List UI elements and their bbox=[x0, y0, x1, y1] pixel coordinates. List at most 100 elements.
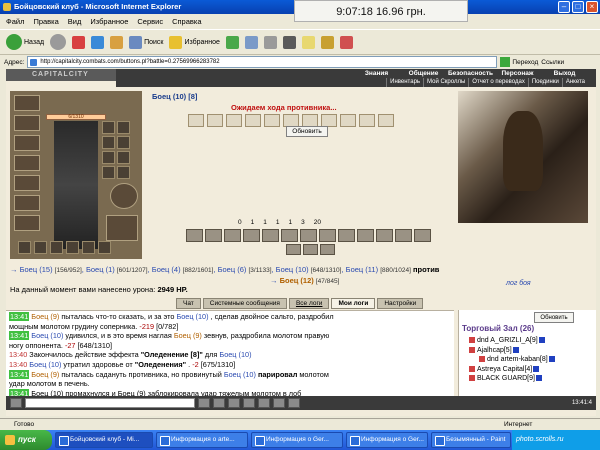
skill-icon[interactable] bbox=[338, 229, 355, 242]
list-item[interactable]: dnd artem-kaban[8] bbox=[469, 355, 555, 365]
extra-button[interactable] bbox=[339, 35, 353, 49]
task-item[interactable]: Информация о Ger... bbox=[346, 432, 428, 448]
folder-button[interactable] bbox=[301, 35, 315, 49]
ally-1[interactable]: Боец (15) bbox=[20, 265, 53, 274]
back-button[interactable]: Назад bbox=[6, 34, 44, 50]
go-button[interactable]: Переход bbox=[500, 57, 538, 67]
skill-icon[interactable] bbox=[286, 244, 301, 255]
equip-slot[interactable] bbox=[14, 175, 40, 191]
log-fighter[interactable]: Боец (10) bbox=[31, 331, 63, 340]
messenger-button[interactable] bbox=[320, 35, 334, 49]
equip-slot[interactable] bbox=[14, 135, 40, 151]
equip-slot[interactable] bbox=[102, 166, 115, 179]
skill-icon[interactable] bbox=[262, 229, 279, 242]
chat-input[interactable] bbox=[25, 398, 195, 408]
equip-slot[interactable] bbox=[117, 151, 130, 164]
log-fighter[interactable]: Боец (9) bbox=[31, 370, 59, 379]
close-button[interactable]: × bbox=[586, 1, 598, 13]
skill-icon[interactable] bbox=[303, 244, 318, 255]
equip-slot[interactable] bbox=[82, 241, 95, 254]
minimize-button[interactable]: – bbox=[558, 1, 570, 13]
skill-icon[interactable] bbox=[357, 229, 374, 242]
equip-slot[interactable] bbox=[14, 115, 40, 131]
task-item[interactable]: Бойцовский клуб - Mi... bbox=[55, 432, 153, 448]
scroll-icon[interactable] bbox=[288, 398, 300, 408]
menu-help[interactable]: Справка bbox=[172, 14, 201, 29]
log-fighter[interactable]: Боец (10) bbox=[219, 350, 251, 359]
attack-slot[interactable] bbox=[264, 113, 280, 127]
list-item[interactable]: Astreya Capital[4] bbox=[469, 365, 555, 375]
skill-icon[interactable] bbox=[376, 229, 393, 242]
attack-slot[interactable] bbox=[321, 113, 337, 127]
filter-icon[interactable] bbox=[243, 398, 255, 408]
attack-slot[interactable] bbox=[188, 113, 204, 127]
equip-slot[interactable] bbox=[117, 121, 130, 134]
home-button[interactable] bbox=[110, 35, 124, 49]
forward-button[interactable] bbox=[50, 34, 67, 50]
info-icon[interactable] bbox=[535, 375, 542, 382]
enemy-1[interactable]: Боец (12) bbox=[280, 276, 314, 285]
menu-view[interactable]: Вид bbox=[68, 14, 82, 29]
ally-4[interactable]: Боец (6) bbox=[218, 265, 247, 274]
ally-5[interactable]: Боец (10) bbox=[276, 265, 309, 274]
attack-slot[interactable] bbox=[226, 113, 242, 127]
info-icon[interactable] bbox=[512, 346, 519, 353]
stop-button[interactable] bbox=[72, 35, 86, 49]
mail-button[interactable] bbox=[244, 35, 258, 49]
smiley-icon[interactable] bbox=[213, 398, 225, 408]
skill-icon[interactable] bbox=[319, 229, 336, 242]
chat-icon[interactable] bbox=[10, 398, 22, 408]
equip-slot[interactable] bbox=[117, 166, 130, 179]
nav-exit[interactable]: Выход bbox=[541, 69, 588, 78]
maximize-button[interactable]: □ bbox=[572, 1, 584, 13]
nav-character[interactable]: Персонаж bbox=[494, 69, 541, 78]
tab-all-logs[interactable]: Все логи bbox=[288, 298, 330, 309]
shield-slot[interactable] bbox=[110, 183, 138, 209]
info-icon[interactable] bbox=[548, 356, 555, 363]
log-fighter[interactable]: Боец (10) bbox=[224, 370, 256, 379]
log-fighter[interactable]: Боец (9) bbox=[31, 312, 59, 321]
equip-slot[interactable] bbox=[18, 241, 31, 254]
edit-button[interactable] bbox=[282, 35, 296, 49]
print-button[interactable] bbox=[263, 35, 277, 49]
equip-slot[interactable] bbox=[66, 241, 79, 254]
menu-favorites[interactable]: Избранное bbox=[90, 14, 128, 29]
log-fighter[interactable]: Боец (9) bbox=[174, 331, 202, 340]
equip-slot[interactable] bbox=[14, 155, 40, 171]
menu-file[interactable]: Файл bbox=[6, 14, 24, 29]
search-button[interactable]: Поиск bbox=[129, 35, 163, 49]
sound-icon[interactable] bbox=[258, 398, 270, 408]
skill-icon[interactable] bbox=[395, 229, 412, 242]
tab-system[interactable]: Системные сообщения bbox=[202, 298, 287, 309]
task-item[interactable]: Информация о arte... bbox=[156, 432, 248, 448]
equip-slot[interactable] bbox=[102, 136, 115, 149]
menu-edit[interactable]: Правка bbox=[33, 14, 58, 29]
settings-icon[interactable] bbox=[273, 398, 285, 408]
links-label[interactable]: Ссылки bbox=[541, 59, 564, 66]
equip-slot[interactable] bbox=[14, 215, 40, 231]
attack-slot[interactable] bbox=[245, 113, 261, 127]
equip-slot[interactable] bbox=[14, 95, 40, 111]
info-icon[interactable] bbox=[538, 337, 545, 344]
battle-log-link[interactable]: лог боя bbox=[506, 280, 531, 287]
tab-chat[interactable]: Чат bbox=[176, 298, 201, 309]
log-fighter[interactable]: Боец (10) bbox=[29, 360, 61, 369]
equip-slot[interactable] bbox=[102, 121, 115, 134]
refresh-battle-button[interactable]: Обновить bbox=[286, 126, 328, 137]
skill-icon[interactable] bbox=[414, 229, 431, 242]
send-icon[interactable] bbox=[198, 398, 210, 408]
nav-transfers[interactable]: Отчет о переводах bbox=[468, 78, 528, 87]
attack-slot[interactable] bbox=[207, 113, 223, 127]
nav-scrolls[interactable]: Мой Скроллы bbox=[423, 78, 468, 87]
ally-2[interactable]: Боец (1) bbox=[86, 265, 115, 274]
equip-slot[interactable] bbox=[34, 241, 47, 254]
nav-battles[interactable]: Поединки bbox=[527, 78, 562, 87]
list-item[interactable]: Ajalhcap[5] bbox=[469, 346, 555, 356]
attack-slot[interactable] bbox=[283, 113, 299, 127]
equip-slot[interactable] bbox=[50, 241, 63, 254]
refresh-button[interactable] bbox=[91, 35, 105, 49]
log-fighter[interactable]: Боец (10) bbox=[176, 312, 208, 321]
skill-icon[interactable] bbox=[205, 229, 222, 242]
start-button[interactable]: пуск bbox=[0, 430, 52, 450]
task-item[interactable]: Безымянный - Paint bbox=[431, 432, 511, 448]
